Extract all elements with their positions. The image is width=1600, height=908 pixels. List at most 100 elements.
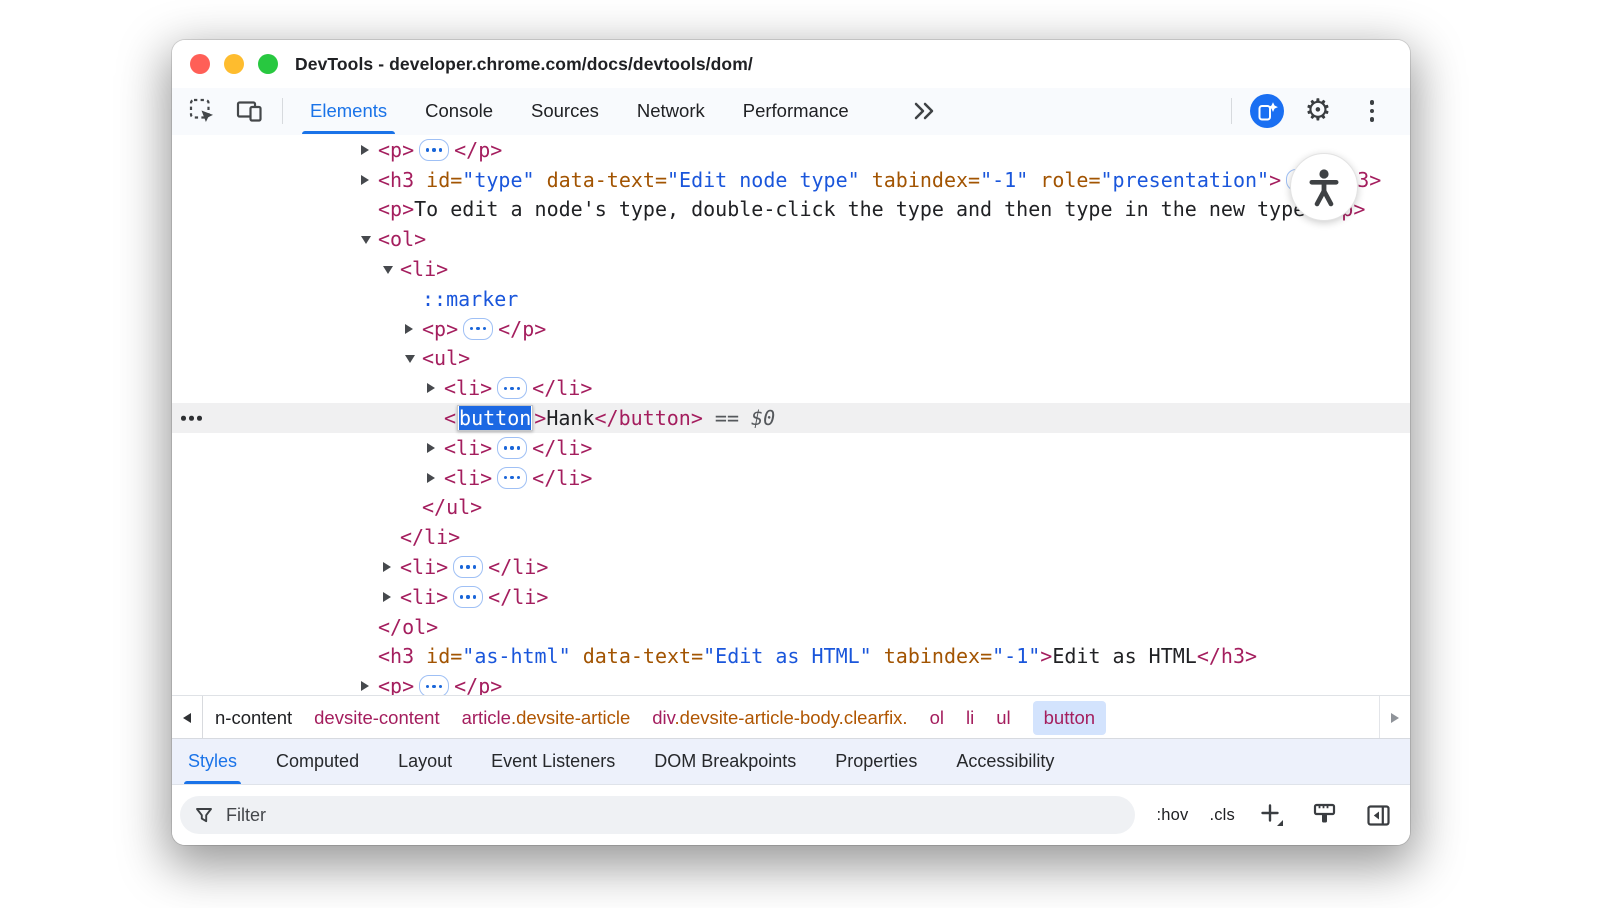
breadcrumb-item-ul[interactable]: ul — [996, 707, 1010, 729]
inspect-icon[interactable] — [186, 95, 218, 127]
dom-tree-row[interactable]: <p></p> — [172, 314, 1410, 344]
code-token-text: Edit as HTML — [1052, 644, 1197, 668]
code-token-val: "-1" — [992, 644, 1040, 668]
code-token-tag: </ol> — [378, 615, 438, 639]
tab-performance[interactable]: Performance — [743, 88, 849, 134]
collapsed-children-ellipsis-badge[interactable] — [453, 556, 483, 578]
dom-tree-row[interactable]: <li></li> — [172, 552, 1410, 582]
settings-gear-icon[interactable]: ⚙ — [1302, 95, 1334, 127]
collapsed-children-ellipsis-badge[interactable] — [463, 318, 493, 340]
breadcrumb-item-n-content[interactable]: n-content — [215, 707, 292, 729]
tag-name-edit-box[interactable]: button — [457, 405, 533, 431]
collapsed-children-ellipsis-badge[interactable] — [453, 586, 483, 608]
devtools-window: DevTools - developer.chrome.com/docs/dev… — [172, 40, 1410, 845]
breadcrumb-item-li[interactable]: li — [966, 707, 974, 729]
dom-tree-row[interactable]: <p></p> — [172, 135, 1410, 165]
row-overflow-dots-icon[interactable] — [181, 416, 202, 421]
dom-tree-row[interactable]: <li> — [172, 254, 1410, 284]
code-token-text: Hank — [546, 406, 594, 430]
dom-tree-row[interactable]: </li> — [172, 522, 1410, 552]
tab-elements[interactable]: Elements — [310, 88, 387, 134]
collapse-arrow-icon[interactable] — [361, 234, 378, 244]
toggle-element-state-button[interactable]: :hov — [1156, 806, 1188, 825]
crumb-part-cls: .devsite-article — [511, 707, 630, 728]
code-token-muted: == — [703, 406, 751, 430]
collapse-arrow-icon[interactable] — [405, 353, 422, 363]
tab-layout[interactable]: Layout — [398, 739, 452, 784]
dock-sidebar-icon[interactable] — [1362, 799, 1394, 831]
more-tabs-icon[interactable] — [912, 101, 936, 121]
collapsed-children-ellipsis-badge[interactable] — [419, 139, 449, 161]
device-toolbar-icon[interactable] — [234, 95, 266, 127]
code-token-tag: <p> — [422, 317, 458, 341]
expand-arrow-icon[interactable] — [361, 681, 378, 691]
tab-network[interactable]: Network — [637, 88, 705, 134]
breadcrumb-item-button[interactable]: button — [1033, 701, 1106, 735]
breadcrumb-item-devsite-content[interactable]: devsite-content — [314, 707, 439, 729]
expand-arrow-icon[interactable] — [427, 473, 444, 483]
brush-icon[interactable] — [1309, 799, 1341, 831]
tab-accessibility[interactable]: Accessibility — [956, 739, 1054, 784]
dom-tree-row[interactable]: <h3 id="as-html" data-text="Edit as HTML… — [172, 642, 1410, 672]
code-token-tag: </ul> — [422, 495, 482, 519]
expand-arrow-icon[interactable] — [427, 443, 444, 453]
dom-tree-row[interactable]: <ul> — [172, 344, 1410, 374]
collapsed-children-ellipsis-badge[interactable] — [497, 437, 527, 459]
dom-tree-row[interactable]: <p></p> — [172, 671, 1410, 695]
tab-event-listeners[interactable]: Event Listeners — [491, 739, 615, 784]
dom-tree-row[interactable]: <li></li> — [172, 373, 1410, 403]
breadcrumb-item-article-devsite-article[interactable]: article.devsite-article — [462, 707, 631, 729]
code-token-val: "-1" — [980, 168, 1028, 192]
dom-tree-row-selected[interactable]: <button>Hank</button> == $0 — [172, 403, 1410, 433]
dom-tree-row[interactable]: <h3 id="type" data-text="Edit node type"… — [172, 165, 1410, 195]
collapsed-children-ellipsis-badge[interactable] — [497, 467, 527, 489]
code-token-tag: </li> — [488, 555, 548, 579]
expand-arrow-icon[interactable] — [383, 592, 400, 602]
expand-arrow-icon[interactable] — [361, 145, 378, 155]
tab-dom-breakpoints[interactable]: DOM Breakpoints — [654, 739, 796, 784]
collapse-arrow-icon[interactable] — [383, 264, 400, 274]
maximize-window-button[interactable] — [258, 54, 278, 74]
expand-arrow-icon[interactable] — [405, 324, 422, 334]
code-token-val: "Edit as HTML" — [703, 644, 872, 668]
new-style-rule-button[interactable] — [1256, 799, 1288, 831]
tab-styles[interactable]: Styles — [188, 739, 237, 784]
minimize-window-button[interactable] — [224, 54, 244, 74]
breadcrumb-scroll-right-button[interactable] — [1379, 696, 1410, 739]
dom-tree-row[interactable]: </ol> — [172, 612, 1410, 642]
tab-sources[interactable]: Sources — [531, 88, 599, 134]
dom-tree-row[interactable]: <li></li> — [172, 463, 1410, 493]
kebab-menu-icon[interactable] — [1352, 91, 1392, 131]
expand-arrow-icon[interactable] — [383, 562, 400, 572]
filter-bar-buttons: :hov .cls — [1156, 785, 1394, 845]
expand-arrow-icon[interactable] — [361, 175, 378, 185]
dom-tree-row[interactable]: </ul> — [172, 493, 1410, 523]
tab-properties[interactable]: Properties — [835, 739, 917, 784]
code-token-tag: </p> — [454, 674, 502, 695]
dom-tree-row[interactable]: <li></li> — [172, 582, 1410, 612]
code-token-tag: </p> — [454, 138, 502, 162]
code-token-val: "presentation" — [1101, 168, 1270, 192]
dom-tree-row[interactable]: <ol> — [172, 224, 1410, 254]
breadcrumb-scroll-left-button[interactable] — [172, 696, 203, 739]
breadcrumb-item-div-devsite-article-body-clearfix[interactable]: div.devsite-article-body.clearfix. — [652, 707, 907, 729]
filter-input[interactable]: Filter — [180, 796, 1135, 834]
code-token-val: "Edit node type" — [667, 168, 860, 192]
tab-console[interactable]: Console — [425, 88, 493, 134]
dom-tree-row[interactable]: <p>To edit a node's type, double-click t… — [172, 195, 1410, 225]
ai-assistant-icon[interactable] — [1250, 94, 1284, 128]
code-token-attr: data-text= — [571, 644, 703, 668]
toolbar-divider — [282, 98, 283, 124]
code-token-attr: tabindex= — [872, 644, 992, 668]
collapsed-children-ellipsis-badge[interactable] — [419, 675, 449, 695]
dom-tree-row[interactable]: ::marker — [172, 284, 1410, 314]
close-window-button[interactable] — [190, 54, 210, 74]
element-classes-button[interactable]: .cls — [1209, 806, 1235, 825]
dom-tree-row[interactable]: <li></li> — [172, 433, 1410, 463]
expand-arrow-icon[interactable] — [427, 383, 444, 393]
toolbar-right-icons: ⚙ — [1231, 88, 1392, 134]
breadcrumb-item-ol[interactable]: ol — [930, 707, 944, 729]
elements-dom-tree: <p></p><h3 id="type" data-text="Edit nod… — [172, 135, 1410, 695]
tab-computed[interactable]: Computed — [276, 739, 359, 784]
collapsed-children-ellipsis-badge[interactable] — [497, 377, 527, 399]
